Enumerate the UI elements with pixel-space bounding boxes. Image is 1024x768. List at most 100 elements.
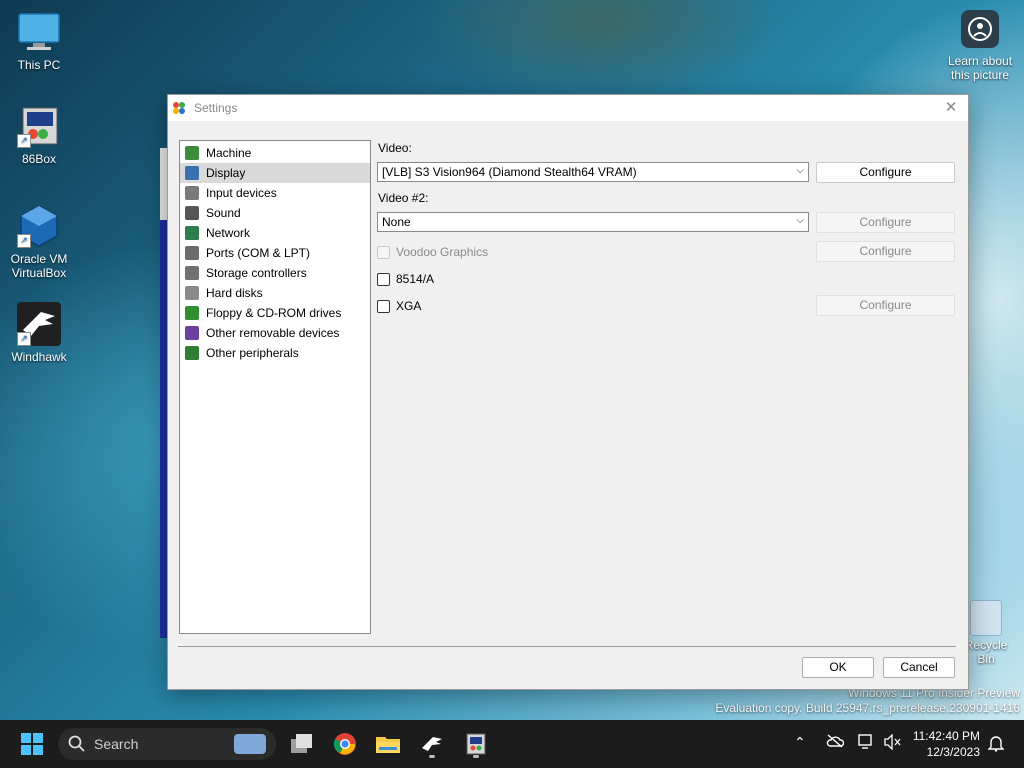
desktop-icon-windhawk[interactable]: ↗ Windhawk <box>1 302 77 364</box>
ibm8514-label: 8514/A <box>396 272 435 286</box>
watermark-line-2: Evaluation copy. Build 25947.rs_prerelea… <box>715 701 1020 715</box>
taskbar-clock[interactable]: 11:42:40 PM 12/3/2023 <box>913 728 980 760</box>
voodoo-label: Voodoo Graphics <box>396 245 489 259</box>
notification-bell-icon[interactable] <box>987 734 1005 755</box>
desktop-icon-this-pc[interactable]: This PC <box>1 10 77 72</box>
voodoo-configure-button[interactable]: Configure <box>816 241 955 262</box>
cancel-button[interactable]: Cancel <box>883 657 955 678</box>
checkbox-box <box>377 272 390 286</box>
removable-devices-icon <box>184 325 200 341</box>
network-icon <box>184 225 200 241</box>
task-view-button[interactable] <box>286 728 318 760</box>
taskbar-file-explorer[interactable] <box>372 728 404 760</box>
checkbox-box <box>377 299 390 313</box>
learn-about-picture[interactable]: Learn about this picture <box>942 10 1018 82</box>
hard-disk-icon <box>184 285 200 301</box>
ports-icon <box>184 245 200 261</box>
input-devices-icon <box>184 185 200 201</box>
tree-item-label: Network <box>206 226 251 240</box>
taskbar-chrome[interactable] <box>329 728 361 760</box>
chevron-down-icon: ⌵ <box>796 165 804 176</box>
desktop-icon-virtualbox[interactable]: ↗ Oracle VM VirtualBox <box>1 204 77 280</box>
tree-item-floppy-cdrom[interactable]: Floppy & CD-ROM drives <box>180 303 370 323</box>
xga-configure-button[interactable]: Configure <box>816 295 955 316</box>
desktop-icon-label: Windhawk <box>11 350 67 364</box>
tree-item-label: Storage controllers <box>206 266 307 280</box>
ibm8514-checkbox[interactable]: 8514/A <box>377 272 434 286</box>
camera-info-icon <box>961 10 999 48</box>
video-select[interactable]: [VLB] S3 Vision964 (Diamond Stealth64 VR… <box>377 162 809 182</box>
chevron-down-icon: ⌵ <box>796 215 804 226</box>
settings-category-list: Machine Display Input devices Sound Netw… <box>179 140 371 634</box>
xga-label: XGA <box>396 299 422 313</box>
storage-controllers-icon <box>184 265 200 281</box>
search-highlight-icon <box>234 734 266 754</box>
tree-item-removable-devices[interactable]: Other removable devices <box>180 323 370 343</box>
desktop-icon-label: 86Box <box>21 152 57 166</box>
sound-icon <box>184 205 200 221</box>
footer-divider <box>178 646 956 647</box>
video2-configure-button[interactable]: Configure <box>816 212 955 233</box>
windhawk-icon <box>422 737 442 751</box>
machine-icon <box>184 145 200 161</box>
windhawk-icon: ↗ <box>17 302 61 346</box>
taskbar-86box[interactable] <box>460 728 492 760</box>
recycle-bin-icon <box>970 600 1002 636</box>
tree-item-label: Input devices <box>206 186 277 200</box>
tree-item-network[interactable]: Network <box>180 223 370 243</box>
tree-item-storage-controllers[interactable]: Storage controllers <box>180 263 370 283</box>
desktop-icon-86box[interactable]: ↗ 86Box <box>1 104 77 166</box>
tree-item-sound[interactable]: Sound <box>180 203 370 223</box>
onedrive-icon[interactable] <box>826 734 845 751</box>
tree-item-label: Display <box>206 166 246 180</box>
xga-checkbox[interactable]: XGA <box>377 299 421 313</box>
tree-item-peripherals[interactable]: Other peripherals <box>180 343 370 363</box>
tree-item-label: Machine <box>206 146 252 160</box>
tree-item-input-devices[interactable]: Input devices <box>180 183 370 203</box>
task-view-icon <box>291 734 312 753</box>
video2-select[interactable]: None ⌵ <box>377 212 809 232</box>
tree-item-hard-disks[interactable]: Hard disks <box>180 283 370 303</box>
video2-select-value: None <box>382 215 411 229</box>
peripherals-icon <box>184 345 200 361</box>
tree-item-machine[interactable]: Machine <box>180 143 370 163</box>
network-icon[interactable] <box>858 734 876 753</box>
tree-item-label: Sound <box>206 206 241 220</box>
video-label: Video: <box>378 141 412 155</box>
folder-icon <box>376 737 400 753</box>
86box-icon: ↗ <box>17 104 61 148</box>
tree-item-ports[interactable]: Ports (COM & LPT) <box>180 243 370 263</box>
video-select-value: [VLB] S3 Vision964 (Diamond Stealth64 VR… <box>382 165 637 179</box>
windows-logo-icon <box>21 733 43 755</box>
window-title: Settings <box>194 101 238 115</box>
86box-app-icon <box>172 101 186 115</box>
video-configure-button[interactable]: Configure <box>816 162 955 183</box>
settings-window: Settings ✕ Machine Display Input devices… <box>167 94 969 690</box>
clock-date: 12/3/2023 <box>926 745 980 759</box>
video2-label: Video #2: <box>378 191 429 205</box>
tree-item-label: Ports (COM & LPT) <box>206 246 311 260</box>
desktop-icon-label: This PC <box>17 58 61 72</box>
desktop-icon-label: Oracle VM VirtualBox <box>10 252 68 280</box>
virtualbox-icon: ↗ <box>17 204 61 248</box>
tree-item-display[interactable]: Display <box>180 163 370 183</box>
shortcut-arrow-icon: ↗ <box>17 134 31 148</box>
tree-item-label: Other peripherals <box>206 346 299 360</box>
86box-icon <box>466 733 486 755</box>
close-button[interactable]: ✕ <box>942 99 960 117</box>
shortcut-arrow-icon: ↗ <box>17 234 31 248</box>
floppy-cdrom-icon <box>184 305 200 321</box>
learn-about-label: Learn about this picture <box>947 54 1013 82</box>
chrome-icon <box>333 733 356 755</box>
chevron-up-icon[interactable]: ⌃ <box>794 734 806 751</box>
monitor-icon <box>17 10 61 54</box>
taskbar-search[interactable]: Search <box>58 728 276 760</box>
taskbar-windhawk[interactable] <box>416 728 448 760</box>
start-button[interactable] <box>16 728 48 760</box>
clock-time: 11:42:40 PM <box>912 729 980 743</box>
voodoo-checkbox[interactable]: Voodoo Graphics <box>377 245 488 259</box>
volume-muted-icon[interactable] <box>884 733 902 753</box>
checkbox-box <box>377 245 390 259</box>
ok-button[interactable]: OK <box>802 657 874 678</box>
window-titlebar[interactable]: Settings ✕ <box>168 95 968 121</box>
